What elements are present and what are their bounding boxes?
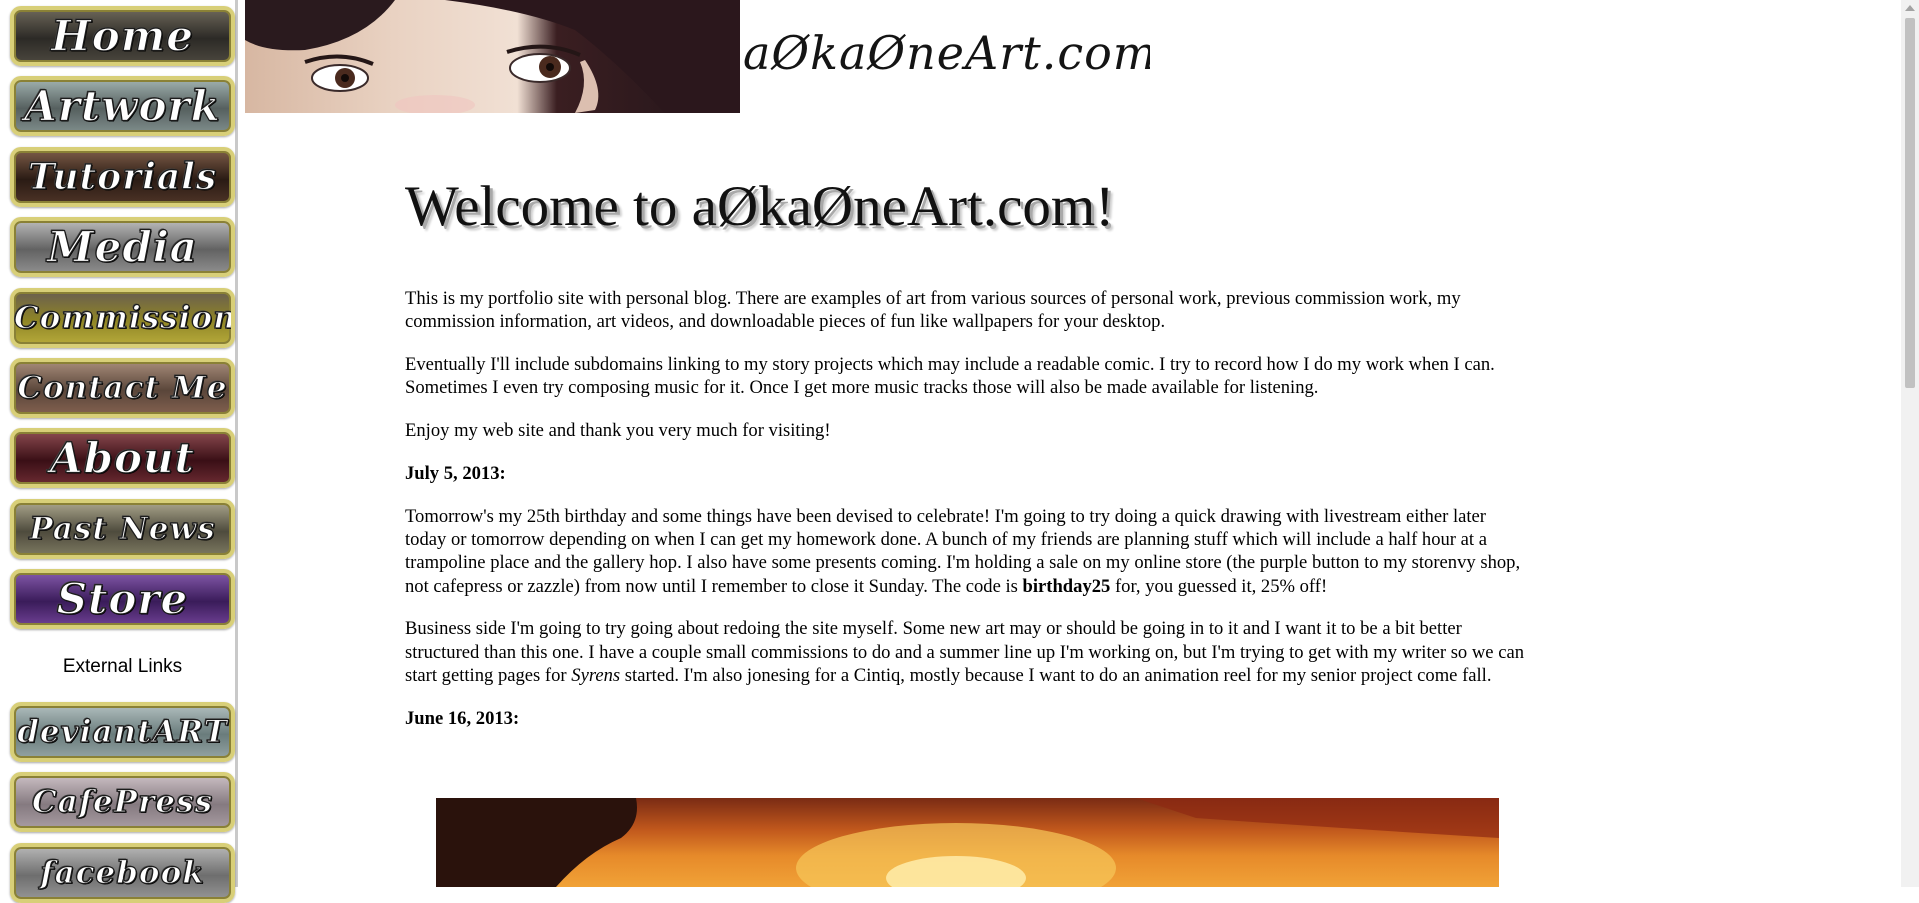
nav-button-tutorials[interactable]: Tutorials	[10, 147, 235, 207]
nav-button-label: Commissions	[14, 299, 235, 336]
project-title: Syrens	[571, 665, 621, 687]
scroll-up-arrow-icon[interactable]	[1905, 5, 1915, 11]
external-links-heading: External Links	[62, 656, 183, 677]
nav-button-label: Home	[50, 11, 194, 61]
news-text: Tomorrow's my 25th birthday and some thi…	[405, 505, 1521, 597]
nav-button-label: deviantART	[17, 713, 228, 750]
nav-button-home[interactable]: Home	[10, 6, 235, 66]
external-link-cafepress[interactable]: CafePress	[10, 772, 235, 832]
promo-code: birthday25	[1022, 575, 1111, 597]
site-logo-title: aØkaØneArt.com	[743, 26, 1150, 80]
nav-button-store[interactable]: Store	[10, 569, 235, 629]
news-text: for, you guessed it, 25% off!	[1110, 575, 1328, 597]
sunset-illustration	[436, 798, 1499, 887]
banner-artwork-image	[245, 0, 793, 113]
header-banner: aØkaØneArt.com	[245, 0, 1150, 113]
nav-button-label: Tutorials	[27, 155, 218, 198]
nav-button-label: facebook	[40, 854, 205, 891]
external-link-deviantart[interactable]: deviantART	[10, 702, 235, 762]
news-artwork-image[interactable]	[436, 798, 1499, 887]
nav-button-label: About	[49, 433, 195, 483]
intro-paragraph: Enjoy my web site and thank you very muc…	[405, 420, 831, 442]
nav-button-label: Contact Me	[17, 369, 228, 406]
nav-button-commissions[interactable]: Commissions	[10, 288, 235, 348]
scrollbar-thumb[interactable]	[1905, 18, 1915, 388]
nav-button-artwork[interactable]: Artwork	[10, 76, 235, 136]
intro-paragraph: Eventually I'll include subdomains linki…	[405, 354, 1495, 399]
news-paragraph: Tomorrow's my 25th birthday and some thi…	[405, 505, 1530, 598]
intro-paragraph: This is my portfolio site with personal …	[405, 288, 1461, 333]
external-link-facebook[interactable]: facebook	[10, 843, 235, 903]
nav-button-label: Store	[56, 574, 189, 624]
nav-button-label: Media	[47, 222, 198, 272]
nav-button-media[interactable]: Media	[10, 217, 235, 277]
nav-button-label: Artwork	[24, 81, 221, 131]
news-text: started. I'm also jonesing for a Cintiq,…	[620, 665, 1492, 687]
news-date: July 5, 2013:	[405, 462, 506, 484]
nav-button-contact-me[interactable]: Contact Me	[10, 358, 235, 418]
news-date: June 16, 2013:	[405, 707, 520, 729]
nav-button-label: Past News	[29, 510, 216, 547]
sidebar-nav: Home Artwork Tutorials Media Commissions…	[0, 0, 238, 903]
page-title: Welcome to aØkaØneArt.com!	[405, 175, 1115, 238]
main-content: Welcome to aØkaØneArt.com! This is my po…	[405, 168, 1530, 750]
page-scrollbar[interactable]	[1901, 0, 1919, 887]
nav-button-past-news[interactable]: Past News	[10, 499, 235, 559]
nav-button-about[interactable]: About	[10, 428, 235, 488]
nav-button-label: CafePress	[31, 783, 214, 820]
news-paragraph: Business side I'm going to try going abo…	[405, 617, 1530, 687]
banner-face-illustration	[245, 0, 793, 113]
